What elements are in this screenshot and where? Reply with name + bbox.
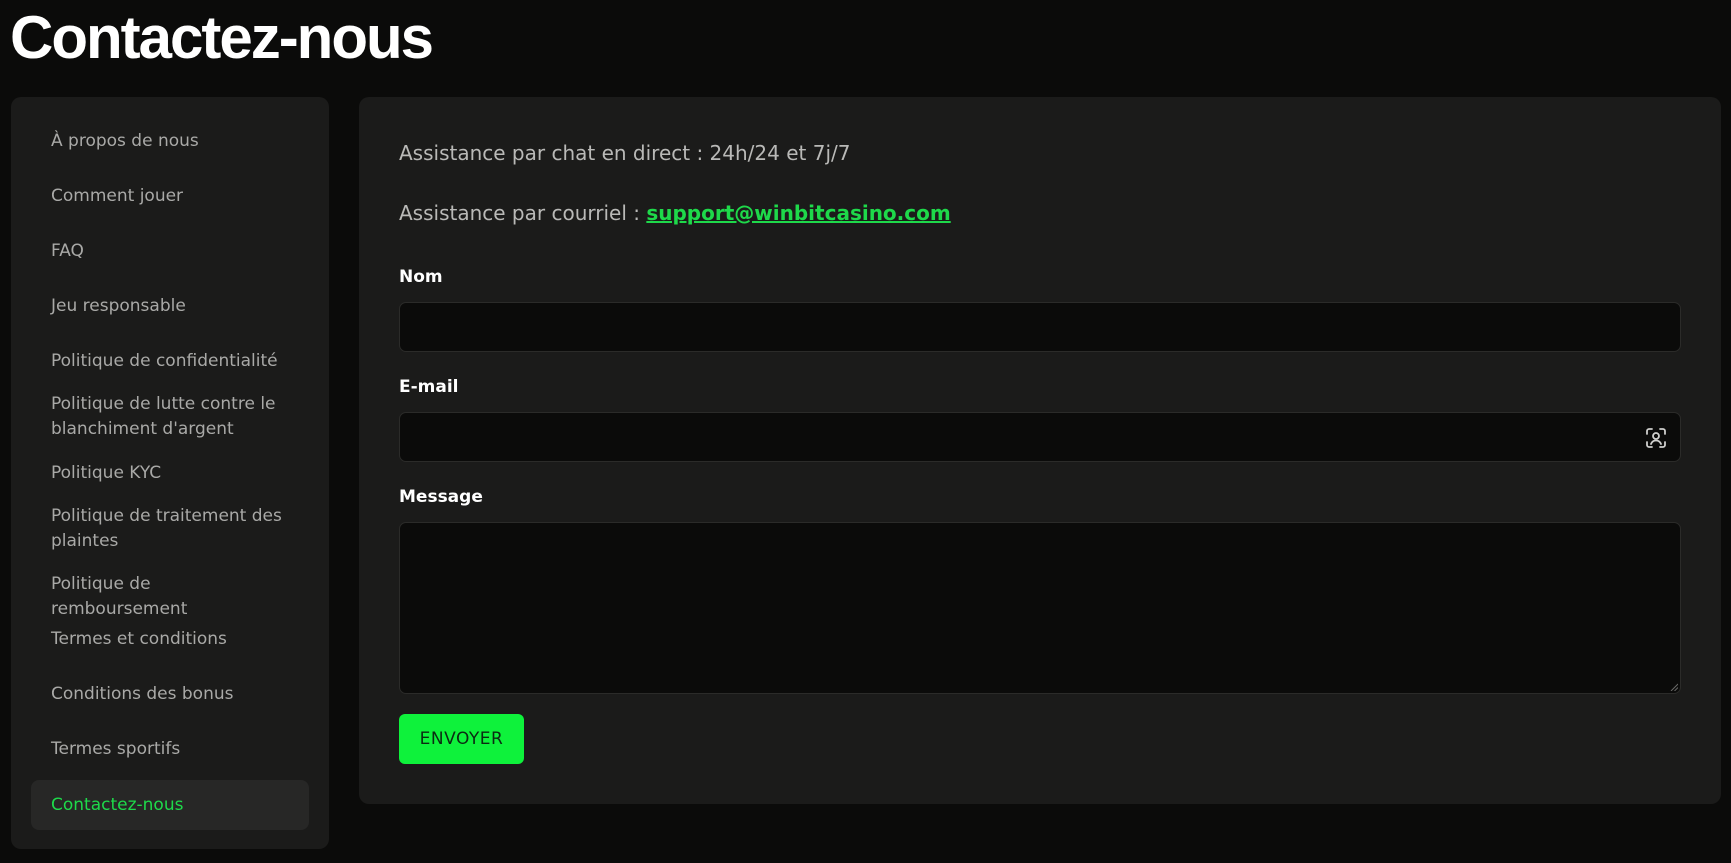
sidebar-item-about[interactable]: À propos de nous [31, 129, 309, 154]
email-field-box [399, 412, 1681, 462]
email-label: E-mail [399, 377, 459, 397]
sidebar-item-bonus-terms[interactable]: Conditions des bonus [31, 682, 309, 707]
sidebar-item-refund-policy[interactable]: Politique de remboursement [31, 572, 309, 622]
sidebar-item-terms[interactable]: Termes et conditions [31, 627, 309, 652]
sidebar-item-how-to-play[interactable]: Comment jouer [31, 184, 309, 209]
support-email-link[interactable]: support@winbitcasino.com [646, 201, 950, 225]
email-support-info: Assistance par courriel : support@winbit… [399, 199, 951, 227]
sidebar-item-privacy-policy[interactable]: Politique de confidentialité [31, 349, 309, 374]
sidebar-item-aml-policy[interactable]: Politique de lutte contre le blanchiment… [31, 392, 309, 442]
live-chat-info: Assistance par chat en direct : 24h/24 e… [399, 141, 851, 165]
name-field-box [399, 302, 1681, 352]
sidebar-item-kyc-policy[interactable]: Politique KYC [31, 461, 309, 486]
resize-handle-icon[interactable] [1670, 683, 1678, 691]
sidebar-item-faq[interactable]: FAQ [31, 239, 309, 264]
message-label: Message [399, 487, 483, 507]
email-input[interactable] [400, 413, 1680, 461]
name-input[interactable] [400, 303, 1680, 351]
contact-card-icon[interactable] [1644, 426, 1668, 450]
email-support-label: Assistance par courriel : [399, 201, 647, 225]
sidebar-item-complaints-policy[interactable]: Politique de traitement des plaintes [31, 504, 309, 554]
sidebar-item-sports-terms[interactable]: Termes sportifs [31, 737, 309, 762]
page-title: Contactez-nous [10, 4, 434, 71]
sidebar-item-responsible-gaming[interactable]: Jeu responsable [31, 294, 309, 319]
name-label: Nom [399, 267, 443, 287]
sidebar: À propos de nous Comment jouer FAQ Jeu r… [11, 97, 329, 849]
contact-panel: Assistance par chat en direct : 24h/24 e… [359, 97, 1721, 804]
message-field-box [399, 522, 1681, 694]
submit-button[interactable]: ENVOYER [399, 714, 524, 764]
sidebar-item-contact[interactable]: Contactez-nous [31, 780, 309, 830]
message-textarea[interactable] [400, 523, 1680, 693]
